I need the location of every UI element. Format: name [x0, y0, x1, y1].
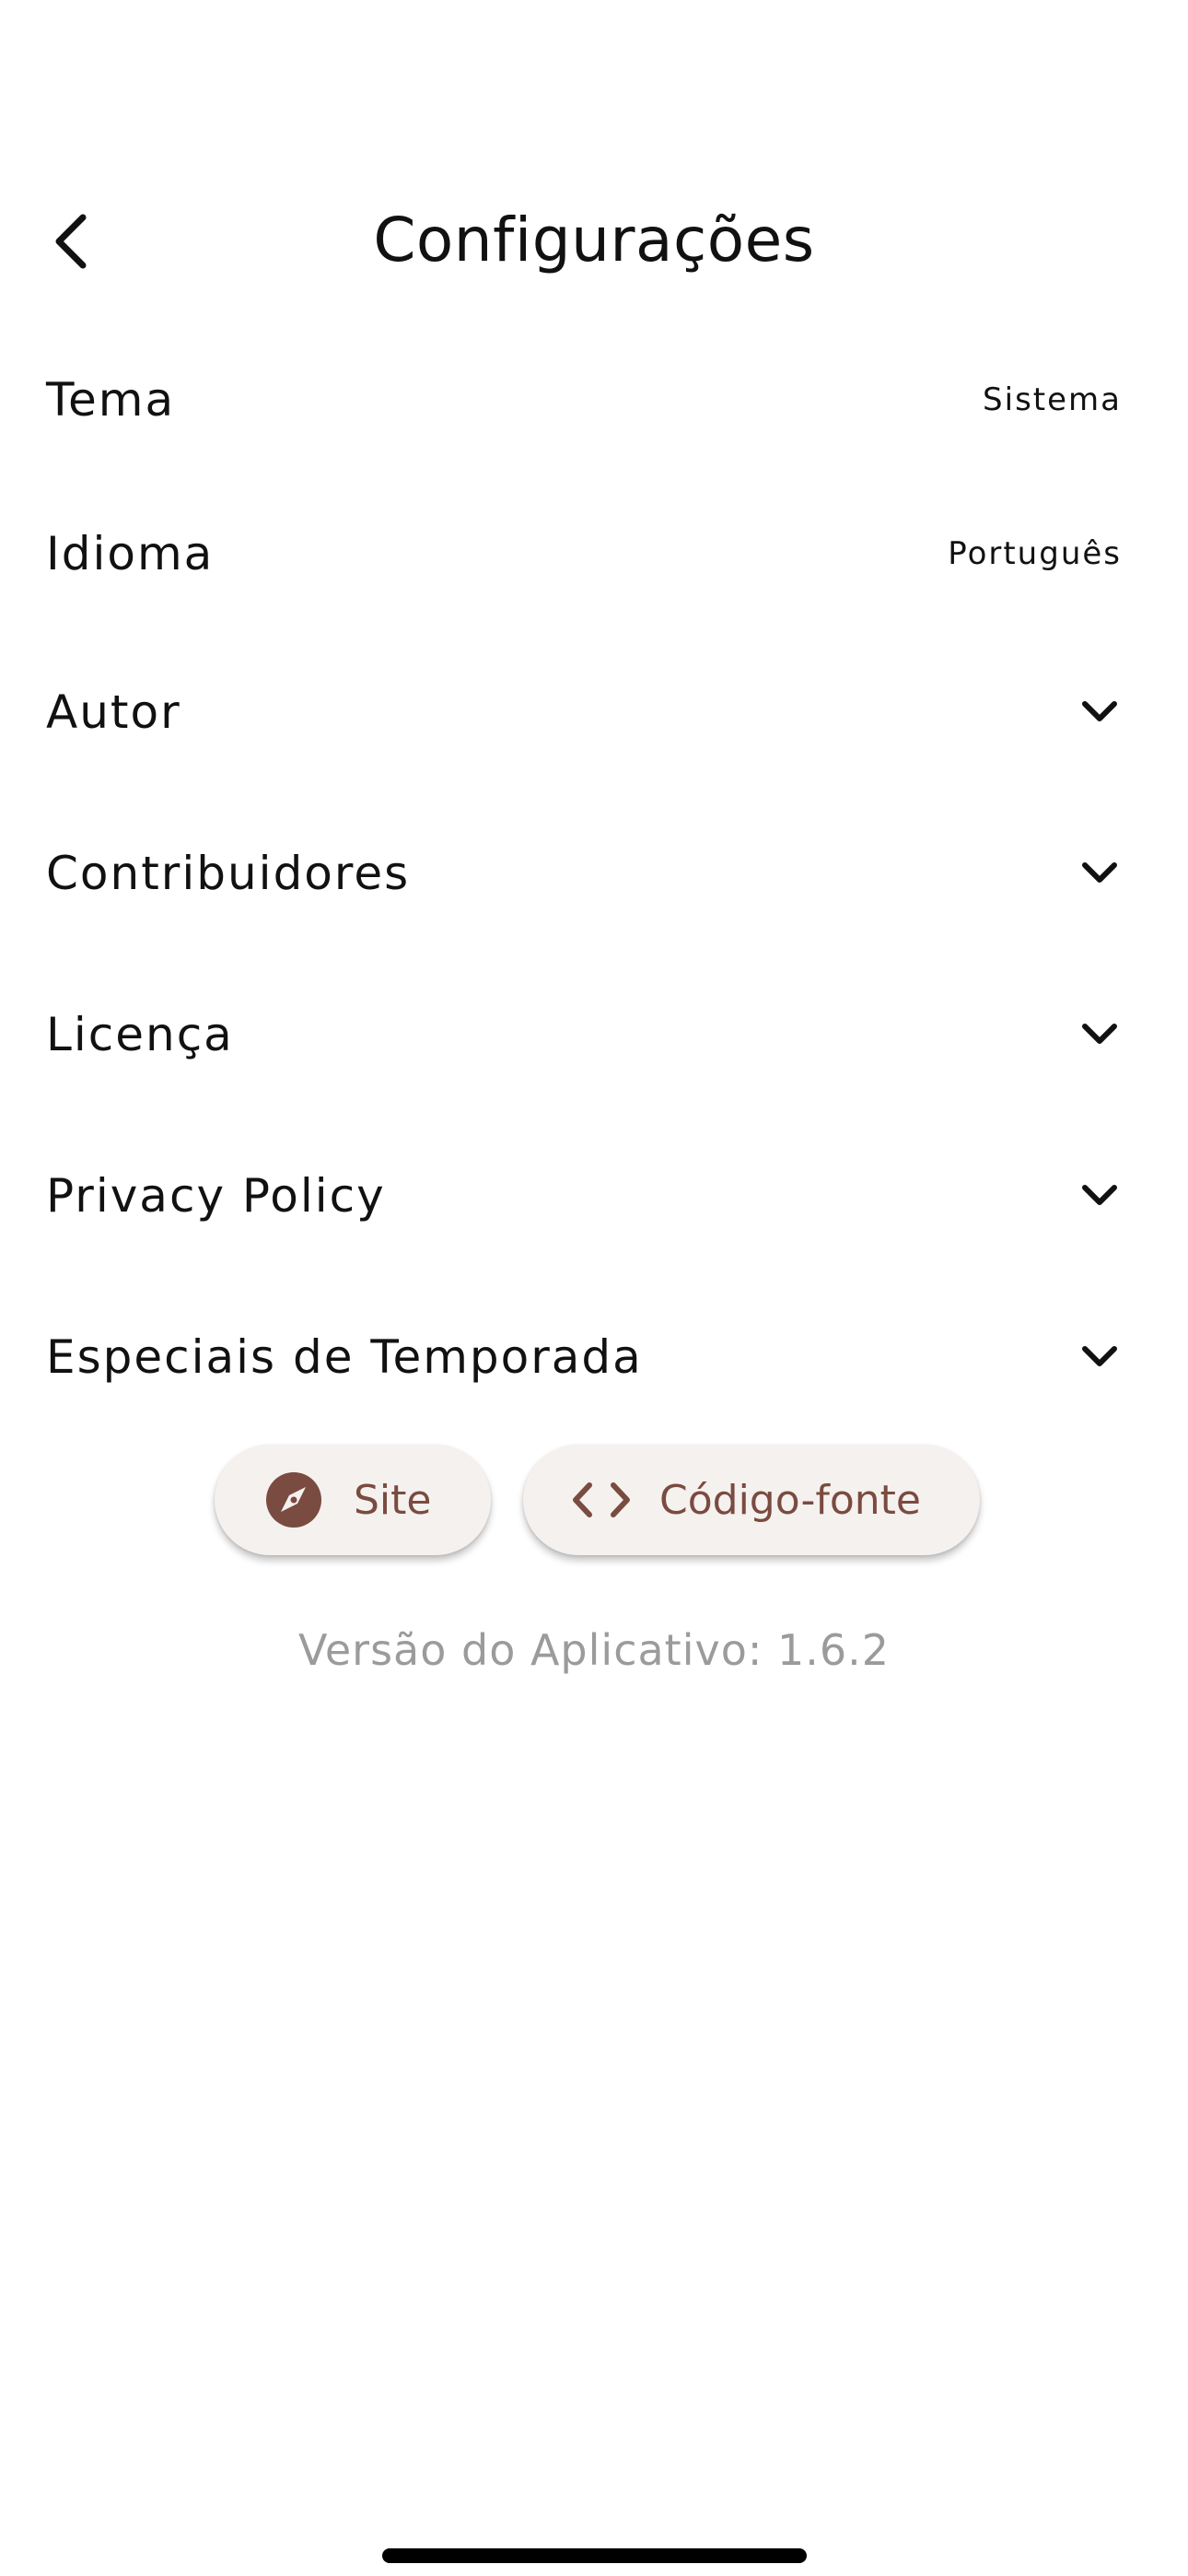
setting-value: Português [948, 535, 1122, 572]
setting-row-license[interactable]: Licença [0, 966, 1188, 1104]
chevron-down-icon [1074, 1009, 1125, 1060]
setting-label: Especiais de Temporada [46, 1330, 643, 1384]
setting-row-author[interactable]: Autor [0, 643, 1188, 781]
setting-label: Privacy Policy [46, 1169, 386, 1223]
setting-label: Autor [46, 685, 181, 739]
setting-label: Contribuidores [46, 847, 411, 900]
setting-label: Idioma [46, 527, 215, 580]
setting-row-contributors[interactable]: Contribuidores [0, 804, 1188, 943]
source-code-button-label: Código-fonte [659, 1476, 921, 1524]
page-title: Configurações [373, 205, 815, 275]
chevron-down-icon [1074, 848, 1125, 899]
header: Configurações [0, 184, 1188, 295]
setting-label: Tema [46, 373, 176, 427]
setting-row-privacy-policy[interactable]: Privacy Policy [0, 1127, 1188, 1265]
app-version: Versão do Aplicativo: 1.6.2 [297, 1625, 891, 1675]
chevron-down-icon [1074, 1170, 1125, 1222]
setting-label: Licença [46, 1008, 234, 1061]
home-indicator[interactable] [382, 2548, 807, 2563]
setting-row-language[interactable]: Idioma Português [0, 485, 1188, 623]
setting-row-seasonal-specials[interactable]: Especiais de Temporada [0, 1288, 1188, 1426]
site-button[interactable]: Site [215, 1445, 491, 1555]
chevron-down-icon [1074, 1331, 1125, 1383]
site-button-label: Site [354, 1476, 432, 1524]
setting-row-theme[interactable]: Tema Sistema [0, 331, 1188, 469]
compass-icon [265, 1471, 322, 1528]
chevron-down-icon [1074, 686, 1125, 738]
code-icon [571, 1471, 632, 1528]
setting-value: Sistema [983, 381, 1122, 418]
link-buttons: Site Código-fonte [0, 1445, 1188, 1559]
source-code-button[interactable]: Código-fonte [523, 1445, 980, 1555]
